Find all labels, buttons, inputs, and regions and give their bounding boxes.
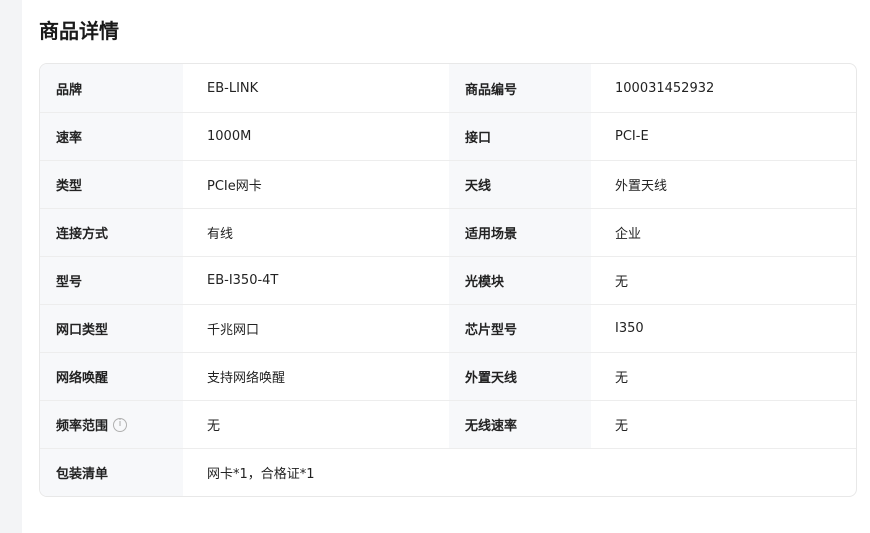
spec-row: 型号 EB-I350-4T 光模块 无 (40, 256, 856, 304)
spec-value: PCI-E (615, 129, 649, 144)
spec-row: 频率范围 i 无 无线速率 无 (40, 400, 856, 448)
info-icon[interactable]: i (113, 417, 128, 432)
spec-value: 无 (207, 419, 221, 434)
spec-label: 型号 (40, 257, 183, 304)
spec-label: 光模块 (449, 257, 591, 304)
page-title: 商品详情 (39, 19, 119, 43)
package-value: 网卡*1，合格证*1 (207, 467, 315, 482)
spec-table: 品牌 EB-LINK 商品编号 100031452932 速率 1000M 接口… (39, 63, 857, 497)
spec-row: 连接方式 有线 适用场景 企业 (40, 208, 856, 256)
spec-label: 适用场景 (449, 209, 591, 256)
spec-value: 外置天线 (615, 179, 668, 194)
spec-label: 芯片型号 (449, 305, 591, 352)
spec-row: 速率 1000M 接口 PCI-E (40, 112, 856, 160)
spec-label: 类型 (40, 161, 183, 208)
spec-value: 支持网络唤醒 (207, 371, 286, 386)
spec-label: 网口类型 (40, 305, 183, 352)
spec-label: 天线 (449, 161, 591, 208)
spec-label: 品牌 (40, 64, 183, 112)
spec-value: 1000M (207, 129, 252, 144)
spec-row: 品牌 EB-LINK 商品编号 100031452932 (40, 64, 856, 112)
spec-label: 接口 (449, 113, 591, 160)
spec-row: 网口类型 千兆网口 芯片型号 I350 (40, 304, 856, 352)
spec-label: 商品编号 (449, 64, 591, 112)
spec-value: 无 (615, 275, 629, 290)
spec-value: 有线 (207, 227, 234, 242)
spec-row: 类型 PCIe网卡 天线 外置天线 (40, 160, 856, 208)
spec-value: 100031452932 (615, 80, 715, 96)
spec-row: 网络唤醒 支持网络唤醒 外置天线 无 (40, 352, 856, 400)
spec-label: 无线速率 (449, 401, 591, 448)
left-sidebar-strip (0, 0, 22, 533)
spec-value: I350 (615, 321, 644, 336)
spec-label: 速率 (40, 113, 183, 160)
spec-label: 网络唤醒 (40, 353, 183, 400)
spec-value: 无 (615, 419, 629, 434)
spec-row-package: 包装清单 网卡*1，合格证*1 (40, 448, 856, 496)
spec-value: EB-LINK (207, 80, 259, 96)
spec-value: PCIe网卡 (207, 179, 262, 194)
spec-value: 企业 (615, 227, 642, 242)
spec-label-with-info: 频率范围 i (40, 401, 183, 448)
spec-value: EB-I350-4T (207, 273, 279, 288)
spec-label: 连接方式 (40, 209, 183, 256)
spec-value: 千兆网口 (207, 323, 260, 338)
spec-label: 外置天线 (449, 353, 591, 400)
spec-label-text: 频率范围 (56, 419, 109, 434)
package-label: 包装清单 (40, 449, 183, 496)
spec-value: 无 (615, 371, 629, 386)
